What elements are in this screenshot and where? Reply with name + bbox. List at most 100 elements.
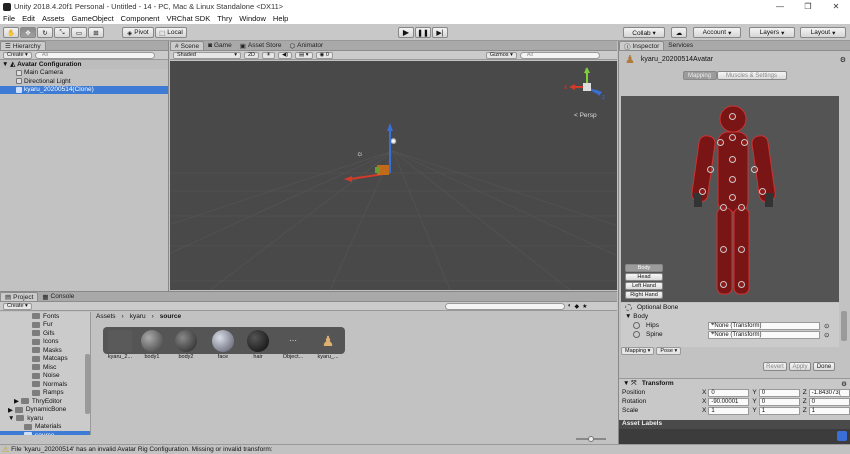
asset-item[interactable]: body2 <box>169 330 203 360</box>
folder-item[interactable]: Normals <box>0 380 90 389</box>
scene-viewport[interactable]: ☼ ✺ y x z < Persp <box>170 61 617 290</box>
head-button[interactable]: Head <box>625 273 663 281</box>
hidden-objects-icon[interactable]: ◉ 0 <box>315 51 333 59</box>
tab-hierarchy[interactable]: ☰ Hierarchy <box>0 41 46 50</box>
bone-spine-icon[interactable] <box>729 176 736 183</box>
asset-item[interactable]: ♟ kyaru_... <box>311 330 345 360</box>
tab-game[interactable]: ◙ Game <box>204 41 236 50</box>
bone-left-elbow-icon[interactable] <box>707 166 714 173</box>
breadcrumb-item[interactable]: Assets <box>96 313 116 320</box>
menu-thry[interactable]: Thry <box>217 14 232 23</box>
tab-console[interactable]: ▦ Console <box>38 292 78 301</box>
mapping-tab[interactable]: Mapping <box>682 71 717 80</box>
folder-item[interactable]: Ramps <box>0 389 90 398</box>
hand-tool-icon[interactable]: ✋ <box>3 27 19 38</box>
local-toggle[interactable]: ⬚ Local <box>155 27 187 38</box>
folder-item[interactable]: Fur <box>0 321 90 330</box>
pause-button[interactable]: ❚❚ <box>415 27 431 38</box>
asset-item[interactable]: body1 <box>135 330 169 360</box>
orientation-gizmo[interactable]: y x z <box>562 65 612 109</box>
tab-services[interactable]: Services <box>664 41 697 50</box>
body-button[interactable]: Body <box>625 264 663 272</box>
tab-project[interactable]: ▤ Project <box>0 292 39 301</box>
gizmos-dropdown[interactable]: Gizmos ▾ <box>485 51 517 59</box>
folder-item[interactable]: Materials <box>0 423 90 432</box>
tab-animator[interactable]: ⬡ Animator <box>285 41 327 50</box>
bone-left-upper-leg-icon[interactable] <box>720 204 727 211</box>
done-button[interactable]: Done <box>813 362 835 371</box>
status-bar[interactable]: ⚠ File 'kyaru_20200514' has an invalid A… <box>0 444 850 454</box>
rotation-x-input[interactable]: -90.00001 <box>708 397 750 406</box>
transform-header[interactable]: ▼ ⤧ Transform ⚙ <box>619 379 850 388</box>
step-button[interactable]: ▶| <box>432 27 448 38</box>
breadcrumb-item[interactable]: source <box>160 313 181 320</box>
component-menu-icon[interactable]: ⚙ <box>841 380 847 388</box>
move-handle-gizmo[interactable] <box>340 121 400 186</box>
rotate-tool-icon[interactable]: ↻ <box>37 27 53 38</box>
project-create-dropdown[interactable]: Create ▾ <box>3 302 32 310</box>
hierarchy-search-input[interactable]: All <box>34 51 155 59</box>
bone-transform-field[interactable]: ⌖ None (Transform) <box>708 330 820 339</box>
folder-item[interactable]: ▶ DynamicBone <box>0 406 90 415</box>
object-picker-icon[interactable]: ⊙ <box>824 331 829 339</box>
asset-item[interactable]: ⋯ Object... <box>276 330 310 360</box>
menu-assets[interactable]: Assets <box>42 14 65 23</box>
tab-scene[interactable]: # Scene <box>170 41 205 50</box>
body-group-row[interactable]: ▼ Body <box>621 312 839 321</box>
move-tool-icon[interactable]: ✥ <box>20 27 36 38</box>
2d-toggle[interactable]: 2D <box>244 51 260 59</box>
folder-item[interactable]: ▼ kyaru <box>0 414 90 423</box>
apply-button[interactable]: Apply <box>789 362 811 371</box>
lighting-toggle-icon[interactable]: ☀ <box>262 51 275 59</box>
bone-right-elbow-icon[interactable] <box>751 166 758 173</box>
mapping-dropdown[interactable]: Mapping ▾ <box>621 347 655 355</box>
folder-item[interactable]: Noise <box>0 372 90 381</box>
effects-toggle-icon[interactable]: ▤ ▾ <box>295 51 313 59</box>
bone-right-shoulder-icon[interactable] <box>741 139 748 146</box>
layout-dropdown[interactable]: Layout ▾ <box>800 27 846 38</box>
menu-help[interactable]: Help <box>273 14 288 23</box>
scale-z-input[interactable]: 1 <box>808 406 850 415</box>
settings-icon[interactable]: ⚙ <box>840 56 846 64</box>
maximize-button[interactable]: ❐ <box>794 0 822 13</box>
menu-edit[interactable]: Edit <box>22 14 35 23</box>
menu-file[interactable]: File <box>3 14 15 23</box>
rotation-y-input[interactable]: 0 <box>758 397 800 406</box>
scale-tool-icon[interactable]: ⤡ <box>54 27 70 38</box>
rect-tool-icon[interactable]: ▭ <box>71 27 87 38</box>
asset-item[interactable]: kyaru_2... <box>103 330 137 360</box>
menu-window[interactable]: Window <box>239 14 266 23</box>
folder-item[interactable]: Masks <box>0 346 90 355</box>
muscles-tab[interactable]: Muscles & Settings <box>716 71 787 80</box>
left-hand-button[interactable]: Left Hand <box>625 282 663 290</box>
asset-item[interactable]: face <box>206 330 240 360</box>
bone-head-icon[interactable] <box>729 113 736 120</box>
bone-chest-icon[interactable] <box>729 156 736 163</box>
folder-tree-scrollbar[interactable] <box>85 314 90 424</box>
revert-button[interactable]: Revert <box>763 362 787 371</box>
hierarchy-item-directional-light[interactable]: Directional Light <box>0 77 168 86</box>
menu-component[interactable]: Component <box>121 14 160 23</box>
position-z-input[interactable]: -1.843073( <box>808 388 850 397</box>
hierarchy-item-main-camera[interactable]: Main Camera <box>0 69 168 78</box>
persp-label[interactable]: < Persp <box>574 112 597 119</box>
collab-button[interactable]: Collab ▾ <box>623 27 665 38</box>
bone-hips-icon[interactable] <box>729 194 736 201</box>
pivot-toggle[interactable]: ◈ Pivot <box>122 27 154 38</box>
hierarchy-create-dropdown[interactable]: Create ▾ <box>3 51 32 59</box>
folder-item[interactable]: Fonts <box>0 312 90 321</box>
play-button[interactable]: ▶ <box>398 27 414 38</box>
minimize-button[interactable]: — <box>766 0 794 13</box>
tab-asset-store[interactable]: ▣ Asset Store <box>236 41 286 50</box>
rotation-z-input[interactable]: 0 <box>808 397 850 406</box>
folder-item[interactable]: Misc <box>0 363 90 372</box>
bone-left-foot-icon[interactable] <box>720 281 727 288</box>
position-x-input[interactable]: 0 <box>708 388 750 397</box>
breadcrumb-item[interactable]: kyaru <box>130 313 146 320</box>
folder-item-selected[interactable]: source <box>0 431 90 435</box>
scale-y-input[interactable]: 1 <box>758 406 800 415</box>
bone-left-knee-icon[interactable] <box>720 246 727 253</box>
favorite-icon[interactable]: ★ <box>582 303 587 310</box>
folder-item[interactable]: Matcaps <box>0 355 90 364</box>
inspector-scrollbar[interactable] <box>841 311 847 351</box>
